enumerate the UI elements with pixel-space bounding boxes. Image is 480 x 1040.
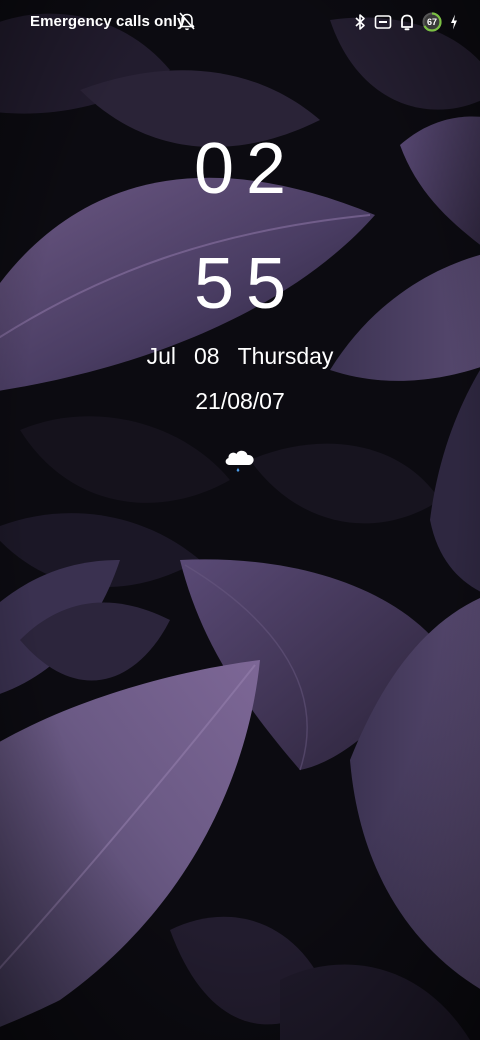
clock-hours: 02: [193, 129, 299, 209]
nfc-icon: [374, 15, 392, 29]
date-weekday: Thursday: [237, 343, 334, 369]
ringer-icon: [401, 14, 413, 30]
clock-minutes: 55: [193, 244, 299, 324]
charging-icon: [451, 14, 457, 30]
carrier-status-text: Emergency calls only: [30, 13, 186, 30]
numeric-date: 21/08/07: [195, 388, 285, 414]
bluetooth-icon: [355, 14, 365, 30]
date-day: 08: [193, 343, 220, 369]
cloud-rain-icon[interactable]: [222, 445, 258, 473]
status-bar: Emergency calls only 67: [0, 0, 480, 44]
battery-icon: 67: [422, 12, 442, 32]
battery-level-text: 67: [426, 17, 437, 27]
alarm-off-icon: [179, 12, 195, 31]
status-icons-group: 67: [354, 11, 458, 33]
date-month: Jul: [146, 343, 176, 369]
date-row: Jul 08 Thursday: [0, 343, 480, 370]
